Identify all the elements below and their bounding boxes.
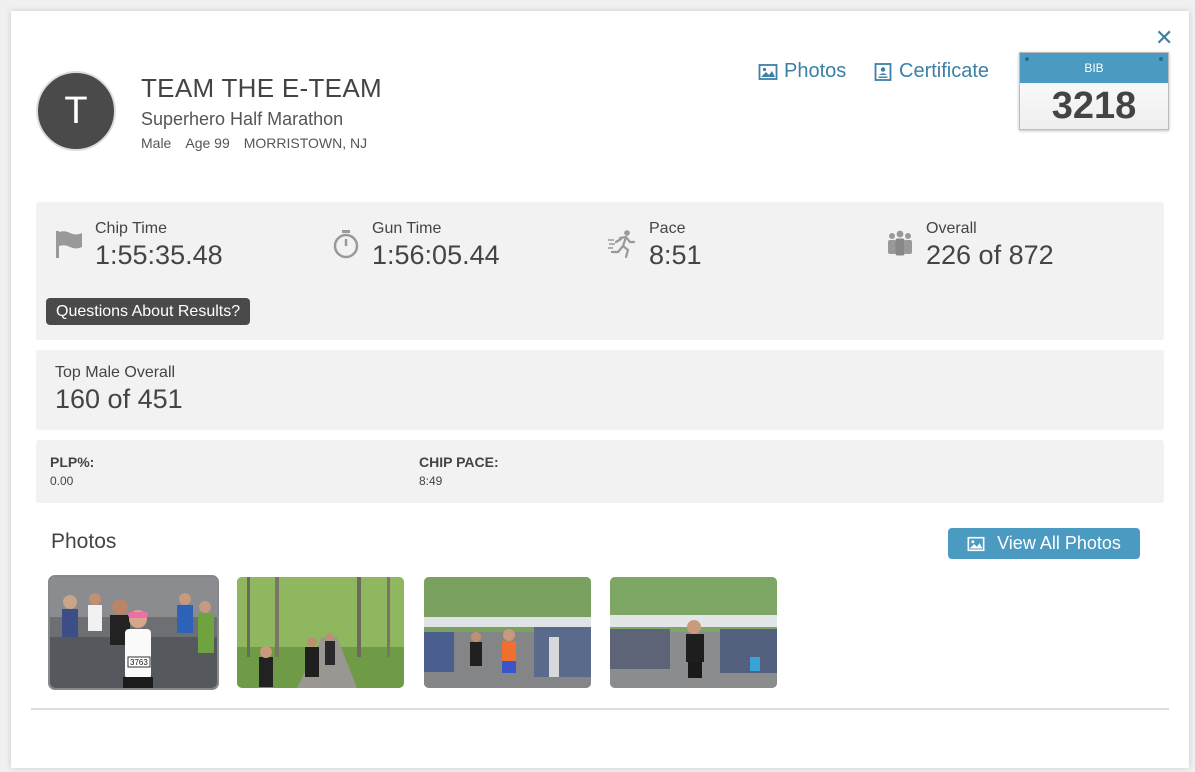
certificate-icon bbox=[874, 62, 892, 81]
athlete-age: Age 99 bbox=[185, 135, 230, 151]
thumbnail-bib-text: 3763 bbox=[130, 658, 148, 667]
stat-value: 226 of 872 bbox=[926, 240, 1054, 270]
certificate-link-label: Certificate bbox=[899, 60, 990, 82]
stopwatch-icon bbox=[333, 230, 359, 259]
photos-section-title: Photos bbox=[51, 530, 117, 553]
photo-thumbnail[interactable] bbox=[424, 577, 591, 688]
athlete-meta: Male Age 99 MORRISTOWN, NJ bbox=[141, 135, 367, 151]
close-icon[interactable]: ✕ bbox=[1155, 25, 1173, 51]
bib-pin-hole bbox=[1025, 57, 1029, 61]
athlete-location: MORRISTOWN, NJ bbox=[243, 135, 368, 151]
athlete-gender: Male bbox=[141, 135, 172, 151]
extra-plp: PLP%: 0.00 bbox=[50, 454, 94, 488]
stat-overall: Overall 226 of 872 bbox=[884, 220, 1054, 271]
stat-label: Overall bbox=[926, 220, 977, 237]
stat-gun-time: Gun Time 1:56:05.44 bbox=[330, 220, 500, 271]
athlete-name: TEAM THE E-TEAM bbox=[141, 73, 382, 103]
bib-card: BIB 3218 bbox=[1019, 52, 1169, 130]
flag-icon bbox=[56, 231, 82, 258]
section-divider bbox=[31, 708, 1169, 710]
stat-label: Pace bbox=[649, 220, 686, 237]
results-panel: Chip Time 1:55:35.48 Gun Time 1:56:05.44… bbox=[36, 202, 1164, 340]
stat-label: Chip Time bbox=[95, 220, 168, 237]
certificate-link[interactable]: Certificate bbox=[873, 60, 989, 83]
bib-header: BIB bbox=[1020, 53, 1168, 83]
race-photo bbox=[424, 577, 591, 688]
stat-value: 1:56:05.44 bbox=[372, 240, 500, 270]
race-photo: 3763 bbox=[50, 577, 217, 688]
bib-pin-hole bbox=[1159, 57, 1163, 61]
group-icon bbox=[888, 230, 912, 256]
race-photo bbox=[237, 577, 404, 688]
bib-number: 3218 bbox=[1051, 85, 1137, 127]
photo-thumbnail[interactable] bbox=[610, 577, 777, 688]
extra-key: PLP%: bbox=[50, 454, 95, 470]
extra-chip-pace: CHIP PACE: 8:49 bbox=[419, 454, 499, 488]
extra-value: 8:49 bbox=[419, 474, 443, 488]
photos-link-label: Photos bbox=[784, 60, 847, 82]
stat-label: Gun Time bbox=[372, 220, 442, 237]
photo-thumbnail[interactable]: 3763 bbox=[48, 575, 219, 690]
stat-value: 1:55:35.48 bbox=[95, 240, 223, 270]
division-value: 160 of 451 bbox=[55, 384, 183, 414]
photos-link[interactable]: Photos bbox=[758, 60, 846, 83]
race-photo bbox=[610, 577, 777, 688]
view-all-photos-label: View All Photos bbox=[997, 533, 1121, 553]
photo-thumbnail[interactable] bbox=[237, 577, 404, 688]
runner-icon bbox=[608, 230, 636, 259]
extra-value: 0.00 bbox=[50, 474, 74, 488]
bib-label: BIB bbox=[1084, 61, 1104, 75]
division-label: Top Male Overall bbox=[55, 364, 176, 381]
view-all-photos-button[interactable]: View All Photos bbox=[948, 528, 1140, 559]
event-name: Superhero Half Marathon bbox=[141, 109, 344, 129]
stat-value: 8:51 bbox=[649, 240, 702, 270]
questions-about-results-button[interactable]: Questions About Results? bbox=[46, 298, 251, 325]
image-icon bbox=[967, 536, 985, 551]
avatar: T bbox=[36, 71, 116, 151]
stat-chip-time: Chip Time 1:55:35.48 bbox=[53, 220, 223, 271]
image-icon bbox=[758, 63, 778, 80]
extra-panel: PLP%: 0.00 CHIP PACE: 8:49 bbox=[36, 440, 1164, 503]
extra-key: CHIP PACE: bbox=[419, 454, 499, 470]
stat-pace: Pace 8:51 bbox=[607, 220, 702, 271]
division-panel: Top Male Overall 160 of 451 bbox=[36, 350, 1164, 430]
results-modal: ✕ T TEAM THE E-TEAM Superhero Half Marat… bbox=[11, 11, 1189, 768]
